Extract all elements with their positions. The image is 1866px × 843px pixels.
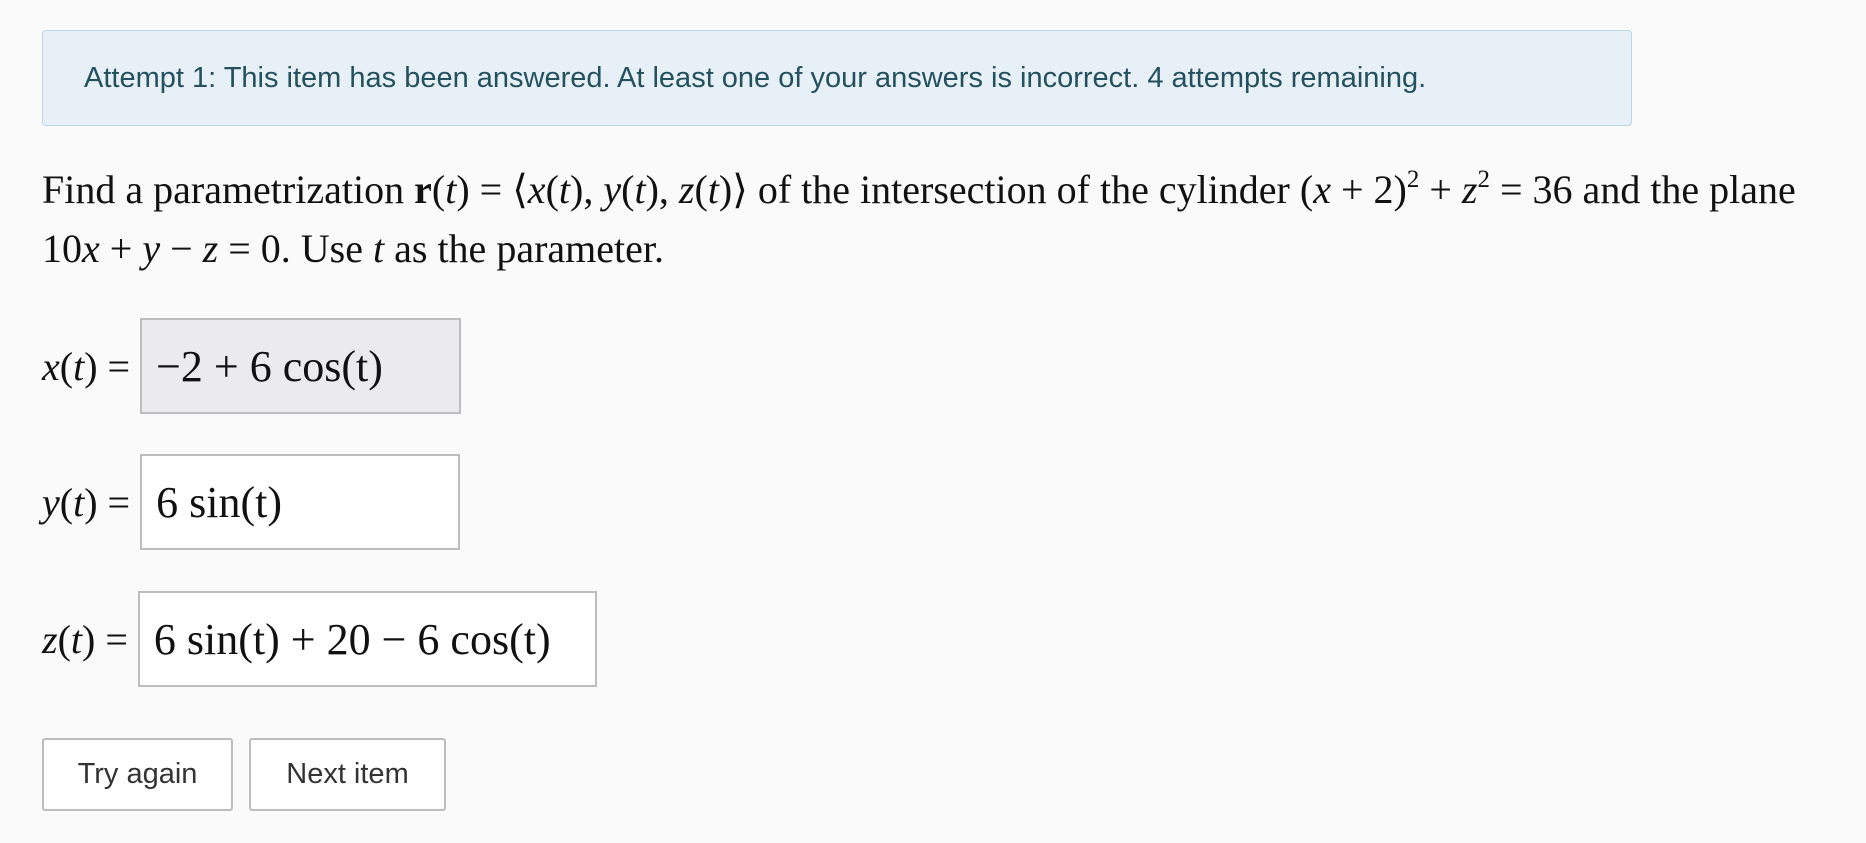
answer-label-y: y(t) = bbox=[42, 479, 131, 525]
problem-statement: Find a parametrization r(t) = ⟨x(t), y(t… bbox=[42, 166, 1796, 271]
answer-value-x: −2 + 6 cos(t) bbox=[156, 341, 383, 391]
answer-input-x[interactable]: −2 + 6 cos(t) bbox=[140, 318, 462, 414]
next-item-button[interactable]: Next item bbox=[249, 738, 446, 811]
answer-input-z[interactable]: 6 sin(t) + 20 − 6 cos(t) bbox=[137, 591, 597, 687]
answer-row-x: x(t) = −2 + 6 cos(t) bbox=[42, 318, 462, 414]
answer-value-z: 6 sin(t) + 20 − 6 cos(t) bbox=[153, 614, 551, 664]
attempt-status-message: Attempt 1: This item has been answered. … bbox=[84, 61, 1427, 94]
answer-label-x: x(t) = bbox=[42, 343, 131, 389]
answer-row-y: y(t) = 6 sin(t) bbox=[42, 454, 461, 550]
answer-input-y[interactable]: 6 sin(t) bbox=[140, 454, 461, 550]
answer-label-z: z(t) = bbox=[42, 616, 128, 662]
answer-value-y: 6 sin(t) bbox=[156, 477, 282, 527]
try-again-button[interactable]: Try again bbox=[42, 738, 233, 811]
answer-row-z: z(t) = 6 sin(t) + 20 − 6 cos(t) bbox=[42, 591, 597, 687]
attempt-status-alert: Attempt 1: This item has been answered. … bbox=[42, 30, 1632, 126]
